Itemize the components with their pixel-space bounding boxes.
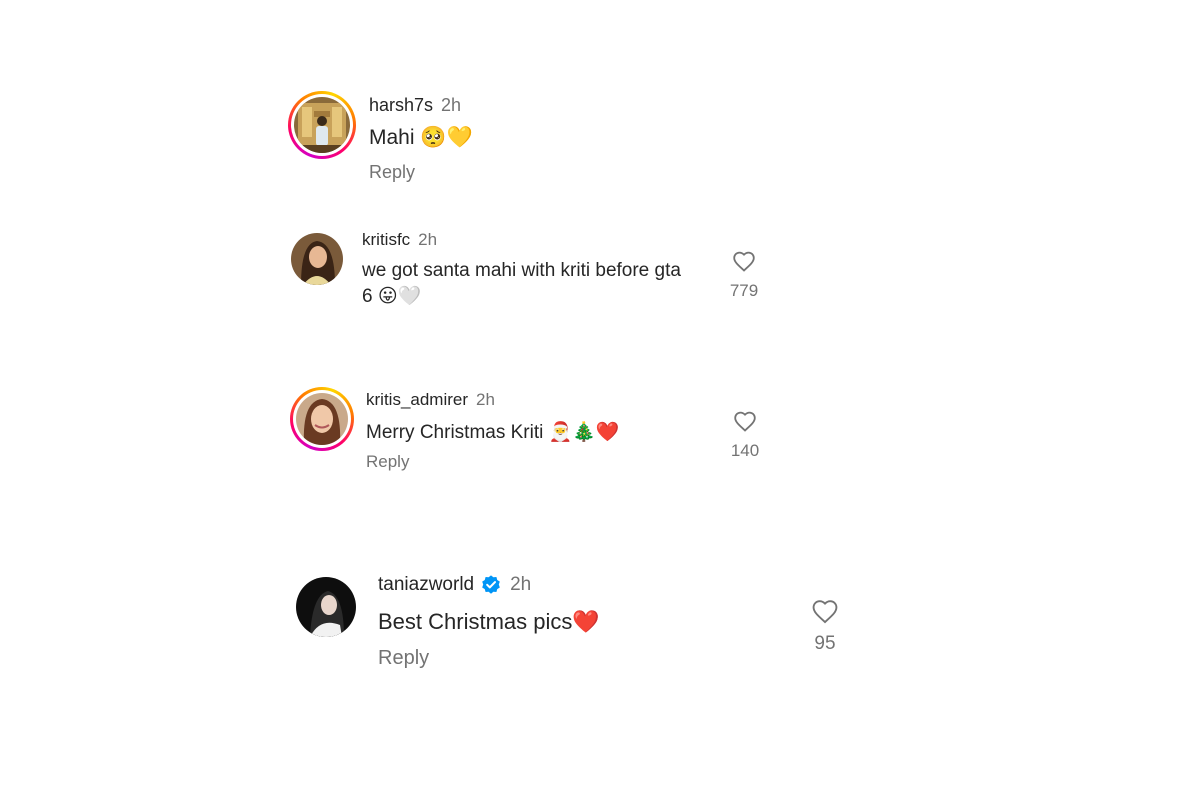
like-button[interactable]: 779 <box>724 250 764 301</box>
username[interactable]: harsh7s <box>369 95 433 115</box>
verified-badge-icon <box>482 575 500 594</box>
username[interactable]: kritisfc <box>362 230 410 249</box>
timestamp: 2h <box>476 390 495 409</box>
like-count: 140 <box>730 441 760 460</box>
like-button[interactable]: 95 <box>803 598 847 655</box>
comment-text-line-1: we got santa mahi with kriti before gta <box>362 260 681 281</box>
reply-button[interactable]: Reply <box>378 647 429 670</box>
timestamp: 2h <box>510 574 532 596</box>
comment-text-line-2: 6 😛🤍 <box>362 286 422 307</box>
heart-icon[interactable] <box>733 410 757 432</box>
story-ring[interactable] <box>288 91 356 159</box>
like-count: 95 <box>814 633 836 654</box>
like-button[interactable]: 140 <box>725 410 765 461</box>
heart-icon[interactable] <box>732 250 756 272</box>
avatar[interactable] <box>294 97 350 153</box>
reply-button[interactable]: Reply <box>366 452 409 472</box>
avatar[interactable] <box>296 393 348 445</box>
username[interactable]: taniazworld <box>378 574 474 595</box>
timestamp: 2h <box>418 230 438 249</box>
comment-text: Best Christmas pics❤️ <box>378 609 600 634</box>
timestamp: 2h <box>441 95 462 115</box>
story-ring[interactable] <box>290 387 354 451</box>
reply-button[interactable]: Reply <box>369 162 415 183</box>
like-count: 779 <box>729 281 759 300</box>
comment-text: Merry Christmas Kriti 🎅🎄❤️ <box>366 422 620 443</box>
comment-text: Mahi 🥺💛 <box>369 126 473 149</box>
heart-icon[interactable] <box>811 598 839 624</box>
username[interactable]: kritis_admirer <box>366 390 468 409</box>
avatar[interactable] <box>296 577 356 637</box>
avatar[interactable] <box>291 233 343 285</box>
